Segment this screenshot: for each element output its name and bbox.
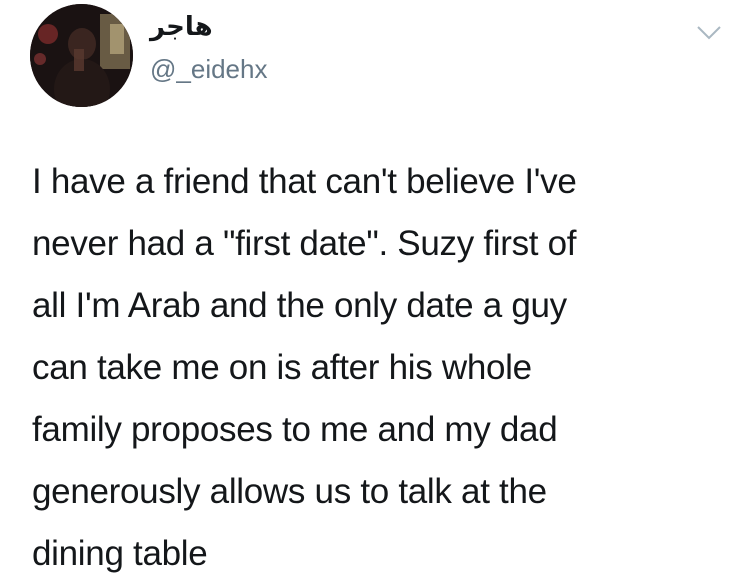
username[interactable]: @_eidehx [150, 54, 267, 85]
tweet-line: I have a friend that can't believe I've [32, 162, 577, 201]
tweet-line: can take me on is after his whole [32, 348, 532, 387]
tweet-line: generously allows us to talk at the [32, 472, 547, 511]
tweet-text: I have a friend that can't believe I've … [32, 151, 732, 585]
tweet-line: never had a "first date". Suzy first of [32, 224, 577, 263]
tweet-line: family proposes to me and my dad [32, 410, 558, 449]
display-name[interactable]: هاجر [150, 12, 213, 42]
avatar-photo [30, 4, 133, 107]
avatar[interactable] [30, 4, 133, 107]
tweet-line: all I'm Arab and the only date a guy [32, 286, 567, 325]
tweet-line: dining table [32, 534, 208, 573]
chevron-down-icon[interactable] [696, 24, 722, 42]
